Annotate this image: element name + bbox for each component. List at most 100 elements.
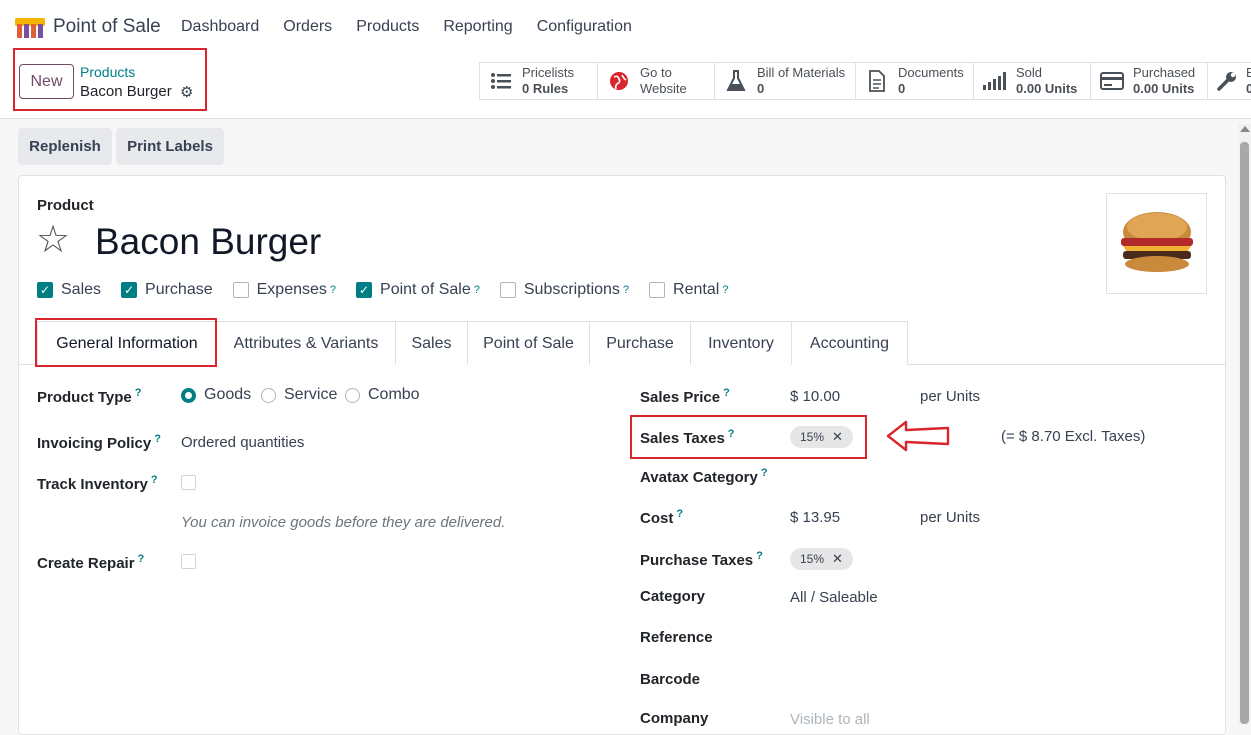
- favorite-star-icon[interactable]: ☆: [36, 220, 70, 260]
- stat-value: 0: [898, 81, 906, 96]
- checkbox-checked-icon[interactable]: ✓: [37, 282, 53, 298]
- menu-reporting[interactable]: Reporting: [443, 18, 512, 36]
- sales-taxes-label: Sales Taxes?: [640, 428, 735, 447]
- checkbox-label: Purchase: [145, 281, 213, 298]
- tab-attributes-variants[interactable]: Attributes & Variants: [216, 321, 396, 365]
- cost-label: Cost?: [640, 508, 684, 527]
- radio-selected-icon[interactable]: [181, 387, 196, 403]
- checkbox-label: Point of Sale: [380, 281, 471, 298]
- checkbox-expenses[interactable]: Expenses?: [232, 281, 336, 299]
- help-icon[interactable]: ?: [154, 433, 161, 445]
- menu-configuration[interactable]: Configuration: [537, 18, 632, 36]
- smart-button-sold[interactable]: Sold 0.00 Units: [974, 63, 1091, 99]
- remove-tag-icon[interactable]: ✕: [832, 429, 843, 445]
- category-label: Category: [640, 588, 706, 605]
- stat-label: Documents: [898, 65, 964, 80]
- menu-products[interactable]: Products: [356, 18, 419, 36]
- tab-inventory[interactable]: Inventory: [690, 321, 792, 365]
- checkbox-checked-icon[interactable]: ✓: [121, 282, 138, 298]
- smart-button-bom[interactable]: Bill of Materials 0: [715, 63, 856, 99]
- sales-tax-tag[interactable]: 15% ✕: [790, 426, 853, 448]
- help-icon[interactable]: ?: [722, 284, 728, 296]
- scrollbar-thumb[interactable]: [1240, 142, 1249, 724]
- invoicing-policy-label: Invoicing Policy?: [37, 433, 161, 452]
- category-field[interactable]: All / Saleable: [790, 589, 878, 606]
- help-icon[interactable]: ?: [330, 284, 336, 296]
- tab-purchase[interactable]: Purchase: [589, 321, 691, 365]
- cost-unit: per Units: [920, 509, 981, 526]
- product-label: Product: [37, 197, 94, 214]
- help-icon[interactable]: ?: [135, 387, 142, 399]
- menu-orders[interactable]: Orders: [283, 18, 332, 36]
- help-icon[interactable]: ?: [151, 474, 158, 486]
- breadcrumb-current: Bacon Burger: [80, 83, 172, 100]
- purchase-taxes-label: Purchase Taxes?: [640, 550, 763, 569]
- invoicing-policy-field[interactable]: Ordered quantities: [181, 434, 304, 451]
- product-name-field[interactable]: Bacon Burger: [95, 221, 321, 263]
- help-icon[interactable]: ?: [728, 428, 735, 440]
- menu-dashboard[interactable]: Dashboard: [181, 18, 259, 36]
- breadcrumb-products[interactable]: Products: [80, 64, 135, 80]
- help-text: You can invoice goods before they are de…: [181, 514, 506, 531]
- help-icon[interactable]: ?: [761, 467, 768, 479]
- smart-button-repairs[interactable]: E0: [1208, 63, 1251, 99]
- cost-field[interactable]: $ 13.95: [790, 509, 840, 526]
- radio-unselected-icon[interactable]: [261, 387, 276, 403]
- checkbox-unchecked-icon[interactable]: [232, 282, 249, 298]
- red-arrow-icon: [886, 420, 950, 452]
- smart-button-purchased[interactable]: Purchased 0.00 Units: [1091, 63, 1208, 99]
- checkbox-label: Subscriptions: [523, 281, 620, 298]
- purchase-tax-tag[interactable]: 15% ✕: [790, 548, 853, 570]
- create-repair-checkbox[interactable]: [181, 554, 196, 569]
- bar-chart-icon: [982, 70, 1008, 92]
- stat-label: Go to: [640, 65, 672, 80]
- radio-unselected-icon[interactable]: [345, 387, 360, 403]
- help-icon[interactable]: ?: [723, 387, 730, 399]
- help-icon[interactable]: ?: [756, 550, 763, 562]
- company-field[interactable]: Visible to all: [790, 711, 870, 728]
- checkbox-subscriptions[interactable]: Subscriptions?: [499, 281, 629, 299]
- radio-goods[interactable]: Goods: [181, 386, 251, 404]
- tab-accounting[interactable]: Accounting: [791, 321, 908, 365]
- tab-sales[interactable]: Sales: [395, 321, 468, 365]
- help-icon[interactable]: ?: [676, 508, 683, 520]
- radio-service[interactable]: Service: [261, 386, 337, 404]
- new-button[interactable]: New: [19, 64, 74, 99]
- checkbox-unchecked-icon[interactable]: [499, 282, 516, 298]
- radio-combo[interactable]: Combo: [345, 386, 420, 404]
- remove-tag-icon[interactable]: ✕: [832, 551, 843, 567]
- checkbox-unchecked-icon[interactable]: [649, 282, 666, 298]
- checkbox-sales[interactable]: ✓ Sales: [37, 281, 101, 299]
- stat-label: Pricelists: [522, 65, 575, 80]
- credit-card-icon: [1099, 70, 1125, 92]
- checkbox-purchase[interactable]: ✓ Purchase: [121, 281, 213, 299]
- tab-point-of-sale[interactable]: Point of Sale: [467, 321, 590, 365]
- checkbox-point-of-sale[interactable]: ✓ Point of Sale?: [356, 281, 480, 299]
- scroll-up-icon[interactable]: [1240, 126, 1250, 132]
- stat-value: 0.00 Units: [1133, 81, 1195, 96]
- track-inventory-checkbox[interactable]: [181, 475, 196, 490]
- sales-price-field[interactable]: $ 10.00: [790, 388, 840, 405]
- smart-buttons: Pricelists 0 Rules Go to Website Bill of M…: [479, 62, 1251, 100]
- checkbox-rental[interactable]: Rental?: [649, 281, 728, 299]
- company-label: Company: [640, 710, 709, 727]
- smart-button-website[interactable]: Go to Website: [598, 63, 715, 99]
- smart-button-documents[interactable]: Documents 0: [856, 63, 974, 99]
- gear-icon[interactable]: ⚙: [180, 83, 193, 101]
- main-menu: Dashboard Orders Products Reporting Conf…: [181, 18, 656, 36]
- product-options: ✓ Sales ✓ Purchase Expenses? ✓ Point of Sal…: [37, 281, 748, 299]
- product-image[interactable]: [1106, 193, 1207, 294]
- app-name[interactable]: Point of Sale: [53, 16, 161, 38]
- help-icon[interactable]: ?: [474, 284, 480, 296]
- help-icon[interactable]: ?: [138, 553, 145, 565]
- pos-app-icon[interactable]: [15, 16, 45, 38]
- checkbox-checked-icon[interactable]: ✓: [356, 282, 373, 298]
- stat-label: Purchased: [1133, 65, 1196, 80]
- replenish-button[interactable]: Replenish: [18, 128, 112, 165]
- help-icon[interactable]: ?: [623, 284, 629, 296]
- flask-icon: [723, 70, 749, 92]
- stat-value: 0: [757, 81, 765, 96]
- print-labels-button[interactable]: Print Labels: [116, 128, 224, 165]
- smart-button-pricelists[interactable]: Pricelists 0 Rules: [480, 63, 598, 99]
- product-type-label: Product Type?: [37, 387, 142, 406]
